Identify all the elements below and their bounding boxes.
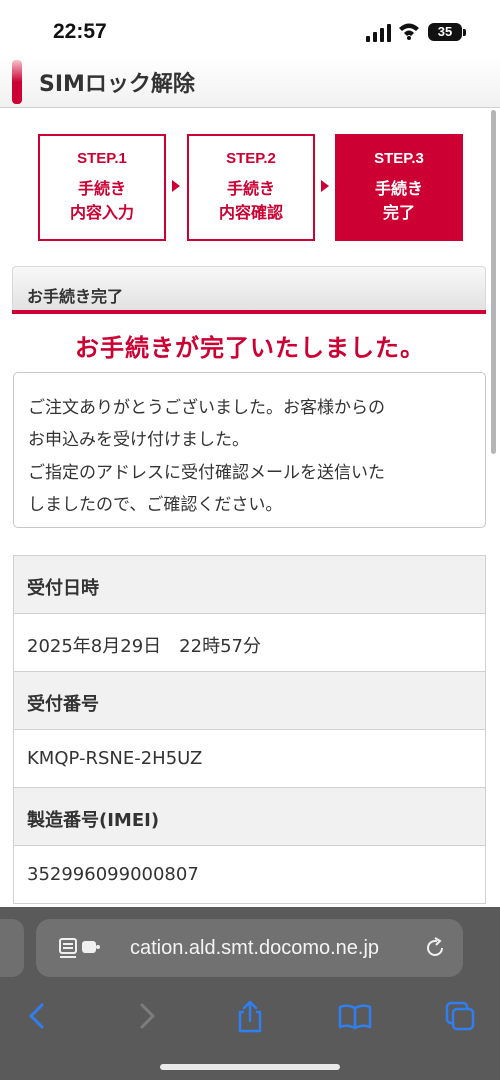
step-2: STEP.2 手続き 内容確認 (187, 134, 315, 241)
tabs-icon[interactable] (442, 999, 478, 1033)
reception-info-table: 受付日時 2025年8月29日 22時57分 受付番号 KMQP-RSNE-2H… (13, 555, 486, 904)
step-1-label: STEP.1 (77, 150, 127, 167)
browser-toolbar (0, 989, 500, 1041)
battery-icon: 35 (428, 23, 462, 41)
browser-chrome: cation.ald.smt.docomo.ne.jp (0, 907, 500, 1080)
header-accent-bar (12, 60, 22, 104)
table-row: 受付番号 (14, 672, 485, 730)
table-row: 352996099000807 (14, 846, 485, 904)
imei-value: 352996099000807 (27, 864, 199, 885)
page-menu-icon[interactable] (58, 936, 102, 960)
step-3: STEP.3 手続き 完了 (335, 134, 463, 241)
step-2-text: 手続き 内容確認 (218, 179, 283, 222)
previous-tab-peek[interactable] (0, 919, 24, 977)
completion-message: お手続きが完了いたしました。 (75, 334, 425, 362)
back-icon[interactable] (20, 999, 56, 1033)
address-bar[interactable]: cation.ald.smt.docomo.ne.jp (36, 919, 463, 977)
scrollbar[interactable] (491, 110, 496, 454)
confirmation-message-box: ご注文ありがとうございました。お客様からの お申込みを受け付けました。 ご指定の… (13, 372, 486, 528)
bookmarks-icon[interactable] (337, 999, 373, 1033)
forward-icon[interactable] (128, 999, 164, 1033)
step-3-label: STEP.3 (374, 150, 424, 167)
table-row: KMQP-RSNE-2H5UZ (14, 730, 485, 788)
step-2-label: STEP.2 (226, 150, 276, 167)
share-icon[interactable] (232, 999, 268, 1033)
message-line-1: ご注文ありがとうございました。お客様からの (28, 398, 385, 418)
step-1: STEP.1 手続き 内容入力 (38, 134, 166, 241)
status-bar: 22:57 35 (0, 0, 500, 56)
url-text[interactable]: cation.ald.smt.docomo.ne.jp (130, 937, 379, 960)
table-row: 受付日時 (14, 556, 485, 614)
page-header: SIMロック解除 (0, 56, 500, 108)
reception-datetime-value: 2025年8月29日 22時57分 (27, 636, 261, 657)
step-arrow-icon (172, 180, 180, 192)
reception-number-label: 受付番号 (27, 694, 99, 715)
step-indicator: STEP.1 手続き 内容入力 STEP.2 手続き 内容確認 STEP.3 手… (38, 134, 463, 242)
reception-datetime-label: 受付日時 (27, 578, 99, 599)
reload-icon[interactable] (423, 936, 447, 960)
section-heading: お手続き完了 (12, 266, 486, 310)
wifi-icon (399, 23, 419, 40)
reception-number-value: KMQP-RSNE-2H5UZ (27, 748, 203, 769)
message-line-2: お申込みを受け付けました。 (28, 430, 249, 450)
battery-level: 35 (437, 24, 453, 39)
step-3-text: 手続き 完了 (374, 179, 423, 222)
signal-icon (366, 24, 391, 42)
step-1-text: 手続き 内容入力 (69, 179, 134, 222)
step-arrow-icon (321, 180, 329, 192)
table-row: 2025年8月29日 22時57分 (14, 614, 485, 672)
section-heading-text: お手続き完了 (27, 287, 124, 306)
page-title: SIMロック解除 (39, 72, 195, 97)
section-divider (12, 310, 486, 314)
home-indicator[interactable] (160, 1064, 340, 1070)
message-line-3: ご指定のアドレスに受付確認メールを送信いた (28, 463, 385, 483)
battery-cap (463, 29, 466, 36)
table-row: 製造番号(IMEI) (14, 788, 485, 846)
imei-label: 製造番号(IMEI) (27, 810, 160, 831)
status-time: 22:57 (53, 20, 107, 43)
message-line-4: しましたので、ご確認ください。 (28, 495, 283, 515)
